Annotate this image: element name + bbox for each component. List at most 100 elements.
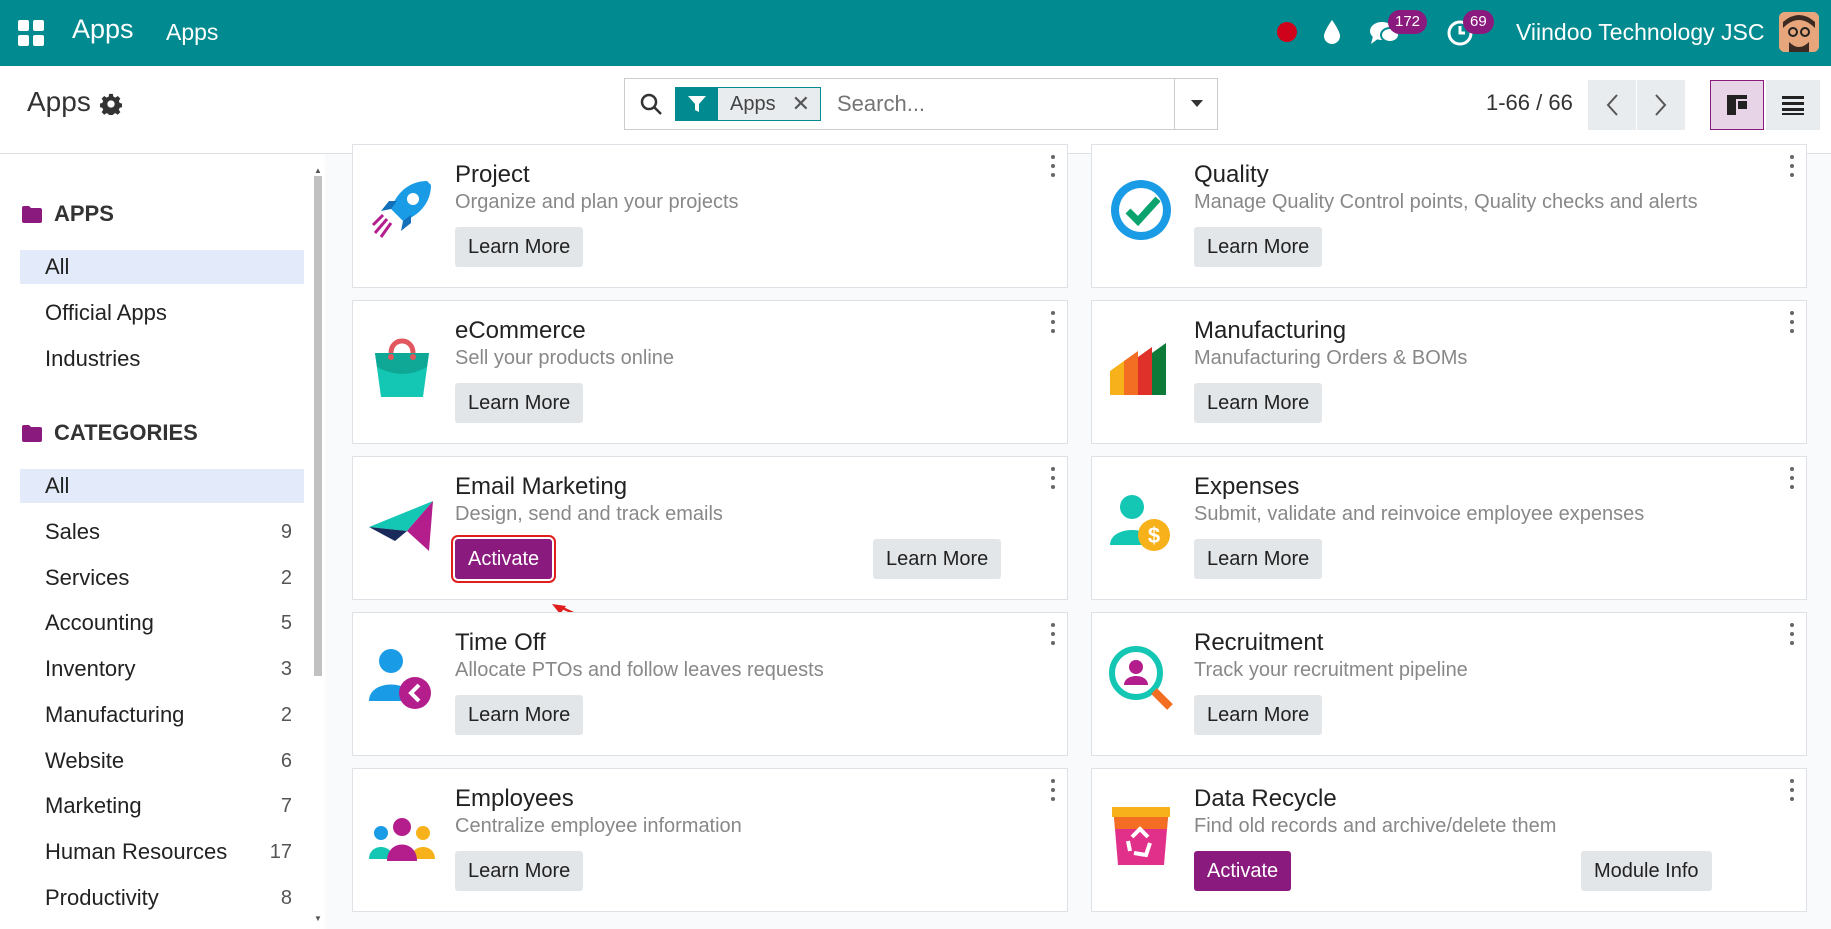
- sidebar-scrollbar[interactable]: ▲ ▼: [312, 162, 324, 929]
- more-options-icon[interactable]: [1049, 467, 1057, 489]
- scroll-down-arrow-icon[interactable]: ▼: [314, 914, 322, 923]
- category-item-all[interactable]: All: [20, 469, 304, 503]
- category-label: Inventory: [45, 656, 136, 681]
- category-item-marketing[interactable]: Marketing 7: [20, 789, 304, 823]
- company-switcher[interactable]: Viindoo Technology JSC: [1516, 19, 1765, 46]
- pager-previous-button[interactable]: [1588, 80, 1636, 130]
- app-name: Email Marketing: [455, 473, 628, 500]
- more-options-icon[interactable]: [1788, 467, 1796, 489]
- pager-next-button[interactable]: [1637, 80, 1685, 130]
- app-name: Manufacturing: [1194, 317, 1347, 344]
- learn-more-button[interactable]: Learn More: [455, 695, 584, 735]
- learn-more-button[interactable]: Learn More: [1194, 539, 1323, 579]
- apps-filter-official[interactable]: Official Apps: [20, 296, 304, 330]
- category-item-accounting[interactable]: Accounting 5: [20, 606, 304, 640]
- record-dot-icon[interactable]: [1277, 22, 1297, 42]
- app-card-data-recycle[interactable]: Data Recycle Find old records and archiv…: [1091, 768, 1807, 912]
- app-card-ecommerce[interactable]: eCommerce Sell your products online Lear…: [352, 300, 1068, 444]
- person-clock-icon: [369, 649, 431, 709]
- chevron-right-icon: [1655, 94, 1667, 116]
- app-card-employees[interactable]: Employees Centralize employee informatio…: [352, 768, 1068, 912]
- navbar-menu-apps[interactable]: Apps: [166, 19, 218, 46]
- category-count: 5: [280, 612, 292, 634]
- category-count: 6: [280, 750, 292, 772]
- search-bar: Apps ✕: [624, 78, 1218, 130]
- page-title: Apps: [27, 86, 91, 117]
- category-label: Website: [45, 748, 125, 773]
- category-item-inventory[interactable]: Inventory 3: [20, 652, 304, 686]
- app-description: Allocate PTOs and follow leaves requests: [455, 659, 824, 681]
- learn-more-button[interactable]: Learn More: [1194, 227, 1323, 267]
- search-options-toggle[interactable]: [1174, 79, 1218, 129]
- app-card-project[interactable]: Project Organize and plan your projects …: [352, 144, 1068, 288]
- caret-down-icon: [1190, 100, 1203, 107]
- learn-more-button[interactable]: Learn More: [873, 539, 1002, 579]
- pager-value[interactable]: 1-66 / 66: [1486, 90, 1573, 116]
- category-item-human-resources[interactable]: Human Resources 17: [20, 835, 304, 869]
- activate-button[interactable]: Activate: [450, 535, 557, 583]
- more-options-icon[interactable]: [1788, 155, 1796, 177]
- module-info-button[interactable]: Module Info: [1581, 851, 1712, 891]
- search-icon[interactable]: [639, 92, 663, 116]
- app-menu-grid-icon[interactable]: [18, 20, 44, 46]
- gear-icon[interactable]: [100, 93, 122, 115]
- search-facet: Apps ✕: [675, 87, 822, 121]
- folder-icon: [22, 205, 42, 223]
- more-options-icon[interactable]: [1788, 779, 1796, 801]
- app-name: Time Off: [455, 629, 546, 656]
- app-description: Find old records and archive/delete them: [1194, 815, 1557, 837]
- paper-plane-icon: [369, 501, 433, 551]
- app-name: Employees: [455, 785, 574, 812]
- search-panel-sidebar: APPS All Official Apps Industries CATEGO…: [0, 154, 312, 929]
- learn-more-button[interactable]: Learn More: [455, 383, 584, 423]
- category-count: 2: [280, 704, 292, 726]
- search-input[interactable]: [837, 87, 1167, 121]
- kanban-view-button[interactable]: [1710, 80, 1764, 130]
- app-card-time-off[interactable]: Time Off Allocate PTOs and follow leaves…: [352, 612, 1068, 756]
- scrollbar-thumb[interactable]: [314, 176, 322, 676]
- app-card-expenses[interactable]: $ Expenses Submit, validate and reinvoic…: [1091, 456, 1807, 600]
- apps-section-header: APPS: [22, 201, 114, 227]
- apps-filter-label: Official Apps: [45, 300, 167, 325]
- user-avatar[interactable]: [1779, 12, 1819, 52]
- water-drop-icon[interactable]: [1320, 18, 1344, 46]
- app-card-manufacturing[interactable]: Manufacturing Manufacturing Orders & BOM…: [1091, 300, 1807, 444]
- app-description: Manage Quality Control points, Quality c…: [1194, 191, 1698, 213]
- app-card-quality[interactable]: Quality Manage Quality Control points, Q…: [1091, 144, 1807, 288]
- apps-header-label: APPS: [54, 201, 114, 226]
- list-view-button[interactable]: [1766, 80, 1820, 130]
- apps-filter-label: All: [45, 254, 70, 279]
- svg-text:$: $: [1148, 523, 1160, 548]
- more-options-icon[interactable]: [1049, 155, 1057, 177]
- category-label: All: [45, 473, 70, 498]
- category-label: Human Resources: [45, 839, 228, 864]
- learn-more-button[interactable]: Learn More: [1194, 383, 1323, 423]
- category-item-manufacturing[interactable]: Manufacturing 2: [20, 698, 304, 732]
- app-card-recruitment[interactable]: Recruitment Track your recruitment pipel…: [1091, 612, 1807, 756]
- category-label: Productivity: [45, 885, 159, 910]
- remove-facet-icon[interactable]: ✕: [792, 88, 810, 120]
- apps-filter-industries[interactable]: Industries: [20, 342, 304, 376]
- category-item-sales[interactable]: Sales 9: [20, 515, 304, 549]
- learn-more-button[interactable]: Learn More: [1194, 695, 1323, 735]
- more-options-icon[interactable]: [1788, 311, 1796, 333]
- learn-more-button[interactable]: Learn More: [455, 851, 584, 891]
- category-item-services[interactable]: Services 2: [20, 561, 304, 595]
- app-card-email-marketing[interactable]: Email Marketing Design, send and track e…: [352, 456, 1068, 600]
- learn-more-button[interactable]: Learn More: [455, 227, 584, 267]
- more-options-icon[interactable]: [1049, 779, 1057, 801]
- activate-button[interactable]: Activate: [1194, 851, 1292, 891]
- category-item-website[interactable]: Website 6: [20, 744, 304, 778]
- apps-filter-label: Industries: [45, 346, 141, 371]
- more-options-icon[interactable]: [1788, 623, 1796, 645]
- scroll-up-arrow-icon[interactable]: ▲: [314, 166, 322, 175]
- more-options-icon[interactable]: [1049, 623, 1057, 645]
- more-options-icon[interactable]: [1049, 311, 1057, 333]
- navbar-app-title[interactable]: Apps: [72, 14, 134, 45]
- apps-filter-all[interactable]: All: [20, 250, 304, 284]
- control-panel: Apps Apps ✕ 1-66 / 66: [0, 66, 1831, 154]
- activities-count-badge: 69: [1463, 10, 1494, 34]
- top-navbar: Apps Apps 172 69 Viindoo Technology JSC: [0, 0, 1831, 66]
- category-item-productivity[interactable]: Productivity 8: [20, 881, 304, 915]
- category-label: Accounting: [45, 610, 154, 635]
